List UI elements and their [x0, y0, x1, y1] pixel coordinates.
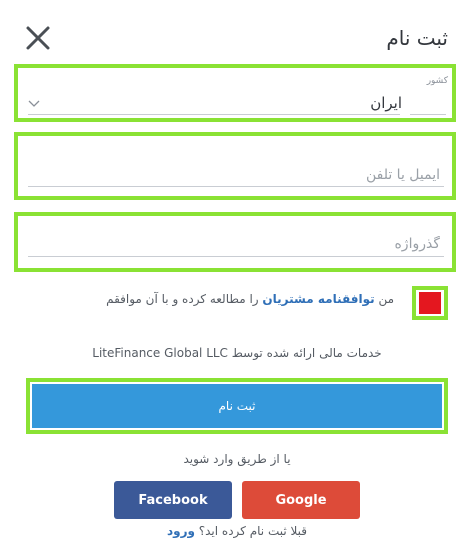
agreement-prefix: من	[378, 292, 394, 306]
login-prompt-text: قبلا ثبت نام کرده اید؟	[198, 524, 308, 538]
country-underline-right	[410, 114, 446, 115]
close-icon[interactable]	[24, 24, 52, 52]
agreement-suffix: را مطالعه کرده و با آن موافقم	[106, 292, 259, 306]
password-field[interactable]	[28, 233, 444, 255]
email-underline	[28, 186, 444, 187]
country-underline	[28, 114, 400, 115]
provider-text: خدمات مالی ارائه شده توسط LiteFinance Gl…	[92, 346, 382, 360]
login-link[interactable]: ورود	[167, 524, 195, 538]
country-label: کشور	[426, 76, 448, 86]
agreement-text: من توافقنامه مشتریان را مطالعه کرده و با…	[106, 292, 394, 306]
country-select[interactable]: ایران	[370, 94, 402, 112]
password-underline	[28, 256, 444, 257]
facebook-button[interactable]: Facebook	[114, 481, 232, 519]
register-button[interactable]: ثبت نام	[32, 384, 442, 428]
chevron-down-icon[interactable]	[28, 100, 40, 108]
page-title: ثبت نام	[386, 26, 448, 50]
email-field[interactable]	[28, 164, 444, 186]
agreement-checkbox[interactable]	[419, 292, 441, 314]
agreement-link[interactable]: توافقنامه مشتریان	[262, 292, 374, 306]
or-login-text: یا از طریق وارد شوید	[183, 452, 291, 466]
google-button[interactable]: Google	[242, 481, 360, 519]
registration-page: ثبت نام کشور ایران من توافقنامه مشتریان …	[0, 0, 474, 557]
login-prompt: قبلا ثبت نام کرده اید؟ ورود	[0, 524, 474, 538]
